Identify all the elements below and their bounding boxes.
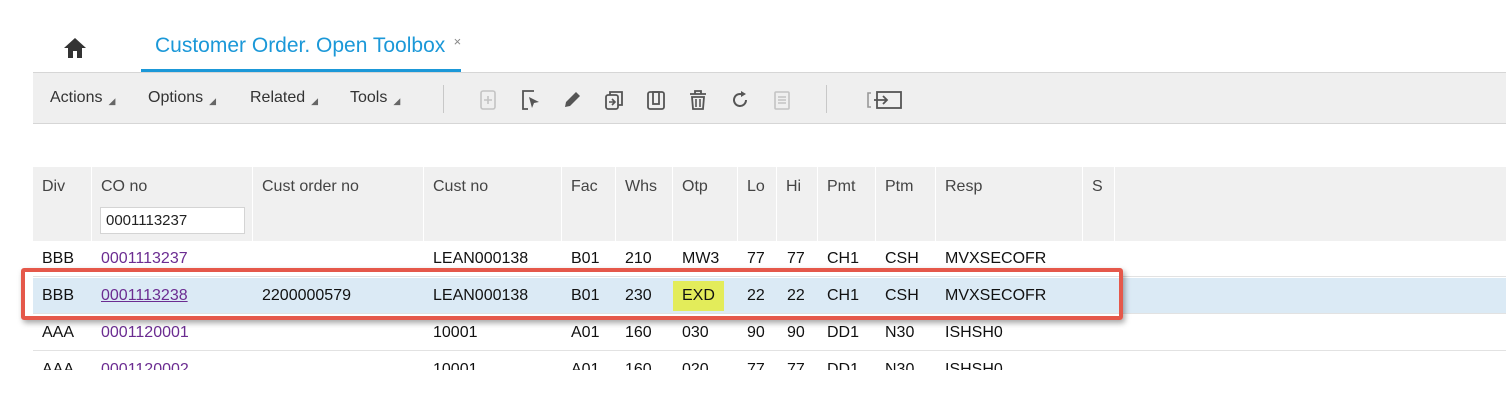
cell-pmt: CH1 [827,287,860,304]
cell-lo: 22 [747,287,765,304]
column-header-pmt[interactable]: Pmt [818,167,876,241]
toolbar-separator [826,85,827,113]
cell-lo: 77 [747,250,765,267]
co-no-link[interactable]: 0001113237 [101,241,188,277]
home-icon [62,38,88,64]
cell-resp: MVXSECOFR [945,250,1047,267]
cell-whs: 210 [625,250,652,267]
caret-down-icon: ◢ [311,96,319,106]
column-label: Fac [571,178,598,195]
cell-otp: MW3 [682,250,720,267]
column-header-lo[interactable]: Lo [738,167,777,241]
new-icon[interactable] [475,87,501,113]
cell-whs: 230 [625,287,652,304]
copy-icon[interactable] [601,87,627,113]
delete-icon[interactable] [685,87,711,113]
close-tab-icon[interactable]: × [454,34,462,49]
column-header-otp[interactable]: Otp [673,167,738,241]
cell-pmt: DD1 [827,324,860,341]
table-row-selected[interactable]: BBB 0001113238 2200000579 LEAN000138 B01… [33,278,1506,314]
column-header-fac[interactable]: Fac [562,167,616,241]
column-label: Resp [945,178,983,195]
cell-fac: A01 [571,324,600,341]
column-label: Whs [625,178,657,195]
bottom-clip [0,370,1506,413]
column-label: CO no [101,178,148,195]
column-label: Div [42,178,66,195]
column-header-div[interactable]: Div [33,167,92,241]
actions-menu-label: Actions [50,89,103,106]
tab-bar: Customer Order. Open Toolbox × [0,0,1506,72]
co-no-link[interactable]: 0001113238 [101,278,188,314]
column-label: Cust order no [262,178,359,195]
caret-down-icon: ◢ [209,96,217,106]
cell-cust-order-no: 2200000579 [262,287,351,304]
column-header-cust-no[interactable]: Cust no [424,167,562,241]
related-menu[interactable]: Related ◢ [250,89,318,107]
cell-cust-no: LEAN000138 [433,287,529,304]
column-label: S [1092,178,1103,195]
display-icon[interactable] [643,87,669,113]
cell-ptm: CSH [885,287,919,304]
column-header-ptm[interactable]: Ptm [876,167,936,241]
cell-hi: 22 [787,287,805,304]
column-label: Cust no [433,178,489,195]
tab-label: Customer Order. Open Toolbox [155,34,446,57]
toolbar-separator [443,85,444,113]
cell-hi: 77 [787,250,805,267]
tools-menu[interactable]: Tools ◢ [350,89,400,107]
notes-icon[interactable] [769,87,795,113]
table-row[interactable]: BBB 0001113237 LEAN000138 B01 210 MW3 77… [33,241,1506,277]
options-menu-label: Options [148,89,204,106]
cell-otp-highlighted: EXD [673,278,724,314]
cell-ptm: CSH [885,250,919,267]
grid-header: Div CO no Cust order no Cust no Fac Whs … [33,167,1506,241]
co-no-link[interactable]: 0001120001 [101,315,189,351]
cell-pmt: CH1 [827,250,860,267]
co-no-filter-input[interactable] [100,207,245,234]
cell-lo: 90 [747,324,765,341]
edit-icon[interactable] [559,87,585,113]
cell-resp: MVXSECOFR [945,287,1047,304]
column-label: Otp [682,178,708,195]
cell-otp: 030 [682,324,709,341]
column-label: Pmt [827,178,856,195]
column-header-whs[interactable]: Whs [616,167,673,241]
home-tab[interactable] [62,36,90,62]
cell-cust-no: LEAN000138 [433,250,529,267]
cell-hi: 90 [787,324,805,341]
caret-down-icon: ◢ [108,96,116,106]
cell-div: AAA [42,324,75,341]
cell-div: BBB [42,287,75,304]
related-menu-label: Related [250,89,306,106]
cell-fac: B01 [571,250,600,267]
column-header-resp[interactable]: Resp [936,167,1083,241]
refresh-icon[interactable] [727,87,753,113]
tab-customer-order-open-toolbox[interactable]: Customer Order. Open Toolbox × [141,26,462,72]
cell-resp: ISHSH0 [945,324,1003,341]
cell-fac: B01 [571,287,600,304]
caret-down-icon: ◢ [393,96,401,106]
cell-div: BBB [42,250,75,267]
actions-menu[interactable]: Actions ◢ [50,89,115,107]
column-header-cust-order-no[interactable]: Cust order no [253,167,424,241]
column-label: Hi [786,178,802,195]
select-icon[interactable] [517,87,543,113]
cell-ptm: N30 [885,324,915,341]
export-icon[interactable] [863,87,907,113]
cell-whs: 160 [625,324,652,341]
toolbar: Actions ◢ Options ◢ Related ◢ Tools ◢ [33,72,1506,124]
cell-cust-no: 10001 [433,324,478,341]
options-menu[interactable]: Options ◢ [148,89,216,107]
column-label: Ptm [885,178,914,195]
otp-highlight-badge: EXD [673,281,724,311]
column-label: Lo [747,178,765,195]
column-header-s[interactable]: S [1083,167,1115,241]
table-row[interactable]: AAA 0001120001 10001 A01 160 030 90 90 D… [33,315,1506,351]
column-header-hi[interactable]: Hi [777,167,818,241]
tools-menu-label: Tools [350,89,388,106]
